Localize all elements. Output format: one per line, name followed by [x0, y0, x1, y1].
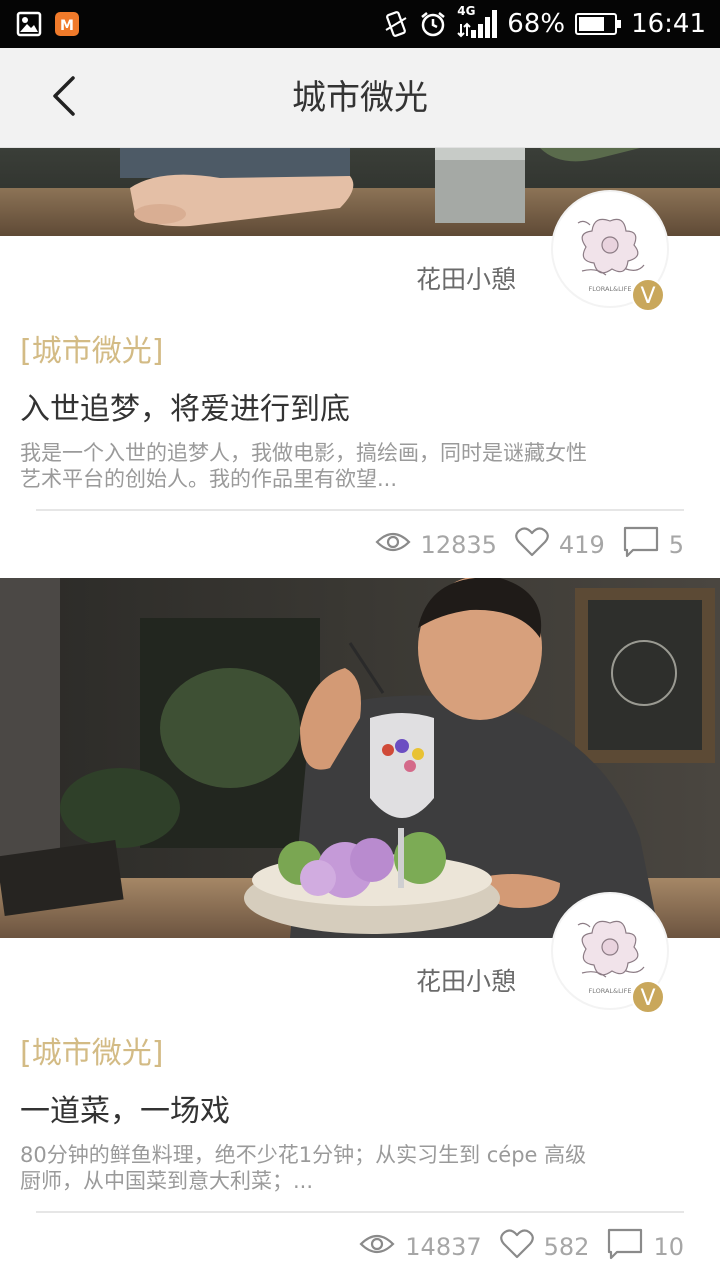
article-summary: 80分钟的鲜鱼料理，绝不少花1分钟；从实习生到 cépe 高级 厨师，从中国菜到…: [20, 1142, 640, 1194]
author-name[interactable]: 花田小憩: [416, 962, 516, 998]
views-stat: 14837: [359, 1232, 482, 1262]
verified-badge: V: [631, 980, 665, 1014]
battery-icon: [575, 12, 622, 36]
svg-text:FLORAL&LIFE: FLORAL&LIFE: [588, 285, 631, 293]
article-stats: 14837 582 10: [359, 1228, 684, 1266]
summary-line: 我是一个入世的追梦人，我做电影，搞绘画，同时是谜藏女性: [20, 441, 587, 465]
likes-count: 419: [558, 531, 605, 559]
vibrate-icon: [383, 10, 409, 38]
comment-icon[interactable]: [623, 526, 659, 564]
article-cover-image[interactable]: [0, 578, 720, 938]
likes-stat[interactable]: 419: [515, 527, 605, 563]
article-card[interactable]: 花田小憩 FLORAL&LIFE V [城市微光] 入世追梦，将爱进行到底 我是…: [0, 148, 720, 578]
comments-stat[interactable]: 5: [623, 526, 684, 564]
article-title[interactable]: 入世追梦，将爱进行到底: [20, 384, 350, 428]
verified-badge: V: [631, 278, 665, 312]
likes-stat[interactable]: 582: [499, 1229, 590, 1265]
likes-count: 582: [543, 1233, 590, 1261]
views-stat: 12835: [374, 530, 497, 560]
summary-line: 艺术平台的创始人。我的作品里有欲望...: [20, 467, 398, 491]
article-stats: 12835 419 5: [374, 526, 684, 564]
battery-percent: 68%: [507, 9, 566, 39]
svg-text:FLORAL&LIFE: FLORAL&LIFE: [588, 987, 631, 995]
article-card[interactable]: 花田小憩 FLORAL&LIFE V [城市微光] 一道菜，一场戏 80分钟的鲜…: [0, 578, 720, 1280]
divider: [36, 1211, 684, 1213]
comments-stat[interactable]: 10: [607, 1228, 684, 1266]
summary-line: 厨师，从中国菜到意大利菜；...: [20, 1169, 314, 1193]
views-count: 12835: [420, 531, 497, 559]
gallery-icon: [16, 11, 42, 37]
views-count: 14837: [405, 1233, 482, 1261]
status-bar: M 4G 68% 16:41: [0, 0, 720, 48]
heart-icon[interactable]: [499, 1229, 534, 1265]
eye-icon: [374, 530, 411, 560]
page-title: 城市微光: [292, 78, 428, 118]
comments-count: 5: [668, 531, 684, 559]
app-icon: M: [54, 11, 80, 37]
article-summary: 我是一个入世的追梦人，我做电影，搞绘画，同时是谜藏女性 艺术平台的创始人。我的作…: [20, 440, 640, 492]
comments-count: 10: [653, 1233, 684, 1261]
category-tag[interactable]: [城市微光]: [20, 326, 163, 370]
divider: [36, 509, 684, 511]
alarm-icon: [419, 10, 447, 38]
clock: 16:41: [631, 9, 706, 39]
author-name[interactable]: 花田小憩: [416, 260, 516, 296]
comment-icon[interactable]: [607, 1228, 643, 1266]
article-title[interactable]: 一道菜，一场戏: [20, 1086, 230, 1130]
eye-icon: [359, 1232, 395, 1262]
category-tag[interactable]: [城市微光]: [20, 1028, 163, 1072]
network-type: 4G: [457, 4, 476, 18]
app-header: 城市微光: [0, 48, 720, 148]
heart-icon[interactable]: [515, 527, 549, 563]
signal-icon: 4G: [457, 4, 498, 40]
svg-text:M: M: [60, 18, 74, 34]
summary-line: 80分钟的鲜鱼料理，绝不少花1分钟；从实习生到 cépe 高级: [20, 1143, 587, 1167]
